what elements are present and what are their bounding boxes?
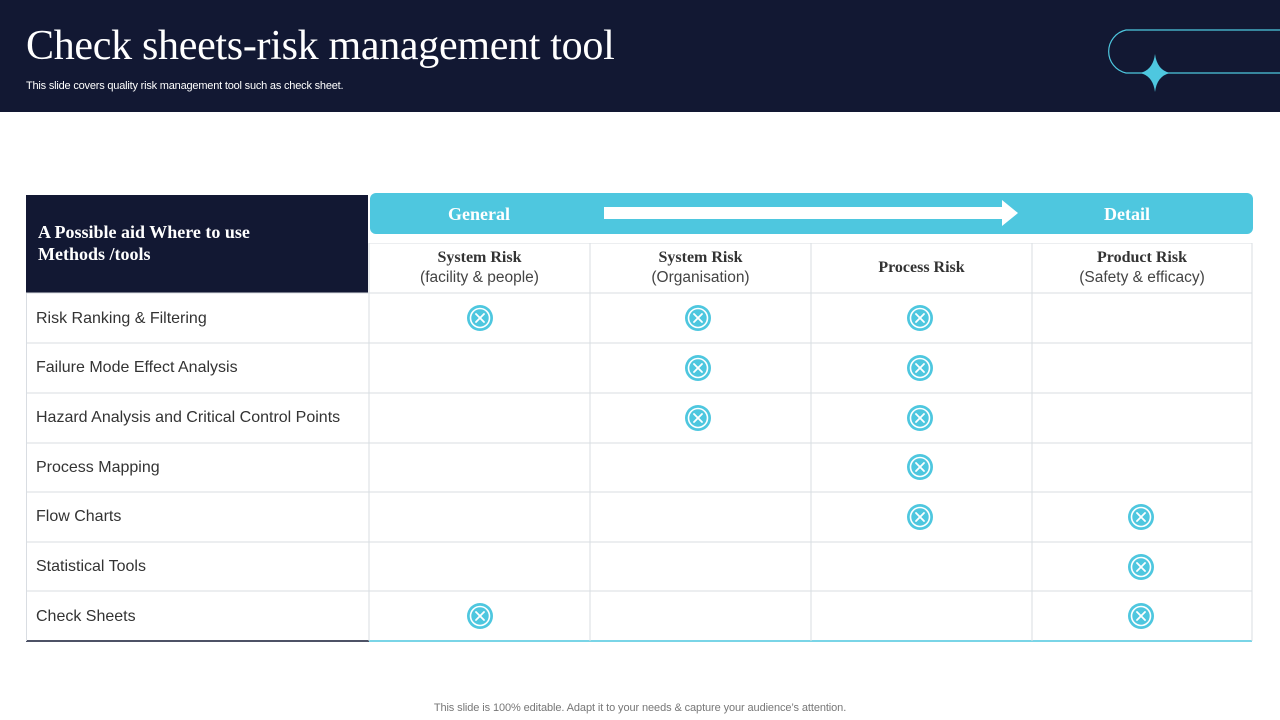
row-label-check-sheets: Check Sheets <box>36 608 136 625</box>
corner-label-line1: A Possible aid Where to use <box>38 222 250 242</box>
x-circle-icon <box>907 405 933 431</box>
column-subtitle: (Organisation) <box>651 269 750 286</box>
x-circle-icon <box>1128 504 1154 530</box>
column-title: Product Risk <box>1097 249 1187 266</box>
header-bar: Check sheets-risk management tool This s… <box>0 0 1280 112</box>
column-subtitle: (facility & people) <box>420 269 539 286</box>
arrow-right-icon <box>604 200 1018 226</box>
x-circle-icon <box>1128 554 1154 580</box>
x-circle-icon <box>685 305 711 331</box>
x-circle-icon <box>685 355 711 381</box>
x-circle-icon <box>1128 603 1154 629</box>
column-subtitle: (Safety & efficacy) <box>1079 269 1205 286</box>
row-label-process-mapping: Process Mapping <box>36 459 160 476</box>
row-label-statistical-tools: Statistical Tools <box>36 558 146 575</box>
sparkle-decoration-icon <box>1108 29 1280 92</box>
column-title: Process Risk <box>878 259 965 276</box>
row-label-flow-charts: Flow Charts <box>36 508 122 525</box>
x-circle-icon <box>467 305 493 331</box>
row-label-haccp: Hazard Analysis and Critical Control Poi… <box>36 409 341 426</box>
column-header-system-risk-facility: System Risk (facility & people) <box>369 243 590 293</box>
x-circle-icon <box>685 405 711 431</box>
column-title: System Risk <box>437 249 522 266</box>
column-header-product-risk: Product Risk (Safety & efficacy) <box>1032 243 1252 293</box>
row-label-risk-ranking: Risk Ranking & Filtering <box>36 310 207 327</box>
x-circle-icon <box>907 355 933 381</box>
column-header-system-risk-organisation: System Risk (Organisation) <box>590 243 811 293</box>
x-circle-icon <box>907 504 933 530</box>
x-circle-icon <box>467 603 493 629</box>
footer-note: This slide is 100% editable. Adapt it to… <box>433 702 847 714</box>
x-circle-icon <box>907 305 933 331</box>
page-subtitle: This slide covers quality risk managemen… <box>26 80 344 92</box>
page-title: Check sheets-risk management tool <box>26 23 615 69</box>
row-label-fmea: Failure Mode Effect Analysis <box>36 359 238 376</box>
column-title: System Risk <box>658 249 743 266</box>
banner-general-label: General <box>448 204 510 224</box>
x-circle-icon <box>907 454 933 480</box>
column-header-process-risk: Process Risk <box>811 243 1032 293</box>
banner-detail-label: Detail <box>1104 204 1150 224</box>
table-grid <box>26 243 1253 642</box>
